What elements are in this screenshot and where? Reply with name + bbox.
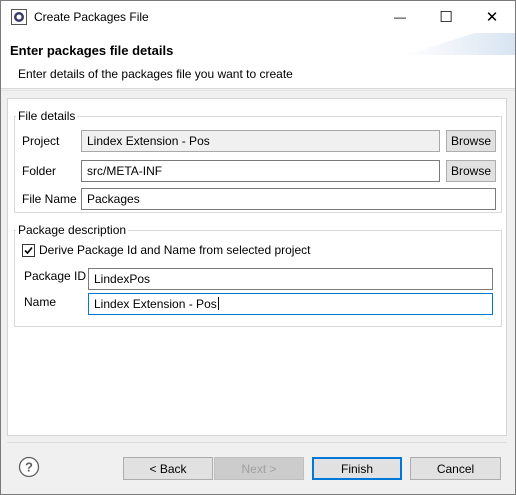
close-icon: ✕ [485, 9, 499, 26]
cancel-button[interactable]: Cancel [410, 457, 501, 480]
maximize-button[interactable]: ☐ [423, 1, 469, 33]
title-bar[interactable]: Create Packages File — ☐ ✕ [1, 1, 515, 33]
header-separator [1, 90, 515, 91]
window-title: Create Packages File [34, 10, 149, 24]
name-label: Name [24, 295, 57, 309]
next-button[interactable]: Next > [214, 457, 304, 480]
wizard-content: File details Project Lindex Extension - … [7, 98, 507, 436]
package-id-label: Package ID [24, 269, 87, 283]
file-name-label: File Name [22, 192, 77, 206]
checkmark-icon [24, 246, 33, 255]
derive-package-checkbox[interactable] [22, 244, 35, 257]
folder-browse-button[interactable]: Browse [446, 160, 496, 182]
minimize-button[interactable]: — [377, 1, 423, 33]
help-icon-glyph: ? [25, 460, 33, 475]
file-name-field[interactable]: Packages [81, 188, 496, 210]
folder-label: Folder [22, 164, 57, 178]
project-label: Project [22, 134, 60, 148]
wizard-page-title: Enter packages file details [10, 43, 174, 58]
maximize-icon: ☐ [439, 9, 453, 26]
finish-button[interactable]: Finish [312, 457, 402, 480]
close-button[interactable]: ✕ [469, 1, 515, 33]
back-button[interactable]: < Back [123, 457, 213, 480]
package-description-group-label: Package description [16, 223, 129, 237]
minimize-icon: — [394, 10, 406, 24]
banner-decoration [405, 33, 515, 55]
package-id-field[interactable]: LindexPos [88, 268, 493, 290]
help-icon[interactable]: ? [18, 456, 40, 478]
file-details-group-label: File details [16, 109, 78, 123]
name-field-text: Lindex Extension - Pos [94, 297, 217, 311]
name-field[interactable]: Lindex Extension - Pos [88, 293, 493, 315]
derive-package-label[interactable]: Derive Package Id and Name from selected… [39, 243, 310, 257]
project-field[interactable]: Lindex Extension - Pos [81, 130, 440, 152]
wizard-header: Enter packages file details Enter detail… [1, 33, 515, 89]
text-cursor [217, 297, 219, 310]
folder-field[interactable]: src/META-INF [81, 160, 440, 182]
create-packages-file-dialog: Create Packages File — ☐ ✕ Enter package… [0, 0, 516, 495]
footer-separator [7, 442, 507, 443]
eclipse-app-icon [11, 9, 27, 25]
project-browse-button[interactable]: Browse [446, 130, 496, 152]
wizard-page-description: Enter details of the packages file you w… [18, 67, 293, 81]
